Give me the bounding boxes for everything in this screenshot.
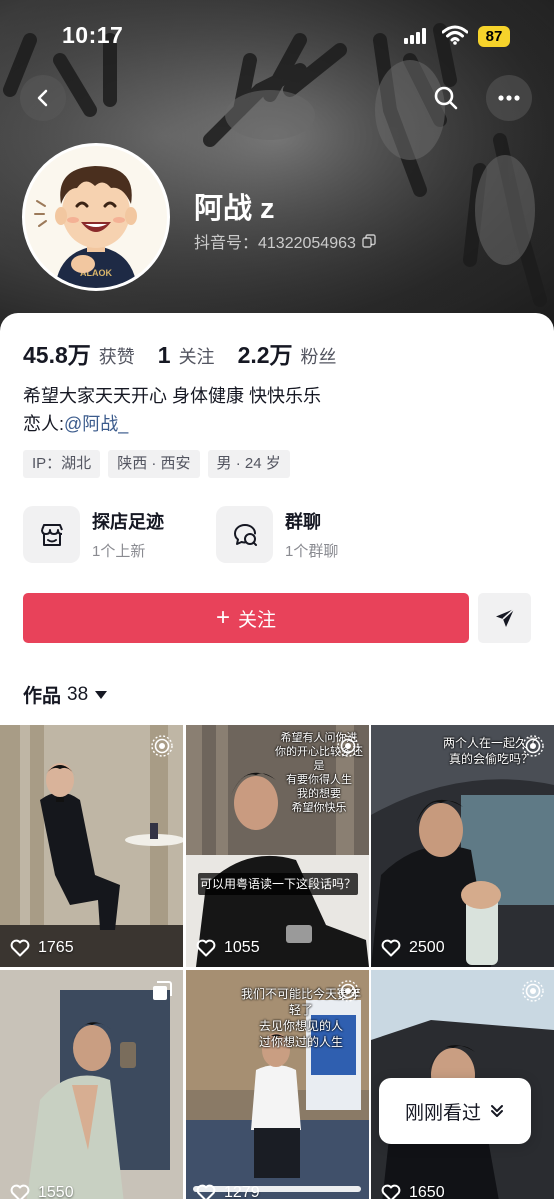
heart-icon (381, 939, 401, 957)
live-photo-icon (151, 735, 173, 757)
nickname: 阿战 z (194, 193, 275, 225)
video-tile[interactable]: 1550 (0, 970, 183, 1199)
cartoon-avatar-image: ALAOK (25, 146, 167, 288)
video-tile[interactable]: 希望有人问你进 你的开心比较多还是 有要你得人生 我的想要 希望你快乐 可以用粤… (186, 725, 369, 967)
heart-icon (381, 1184, 401, 1199)
chevron-left-icon (37, 89, 48, 107)
tag-region[interactable]: 陕西 · 西安 (108, 450, 200, 478)
feature-title: 探店足迹 (92, 512, 164, 532)
live-photo-icon (522, 735, 544, 757)
send-message-button[interactable] (478, 593, 531, 643)
follow-button[interactable]: + 关注 (23, 593, 469, 643)
feature-subtitle: 1个上新 (92, 543, 146, 560)
stat-likes[interactable]: 45.8万 获赞 (23, 336, 135, 370)
live-photo-icon (522, 980, 544, 1002)
like-count: 1550 (10, 1184, 74, 1199)
recently-viewed-label: 刚刚看过 (404, 1102, 481, 1124)
home-indicator (193, 1186, 361, 1192)
heart-icon (10, 939, 30, 957)
double-chevron-down-icon (491, 1105, 503, 1117)
video-tile[interactable]: 我们不可能比今天更年轻了 去见你想见的人 过你想过的人生 1279 (186, 970, 369, 1199)
paper-plane-icon (495, 608, 515, 627)
video-thumbnail (0, 725, 183, 967)
search-button[interactable] (428, 80, 464, 116)
like-count-value: 2500 (409, 939, 445, 956)
search-icon (434, 86, 458, 110)
profile-bio: 希望大家天天开心 身体健康 快快乐乐 恋人:@阿战_ (23, 382, 321, 438)
copy-icon[interactable] (362, 234, 376, 248)
douyin-id-row[interactable]: 抖音号：41322054963 (194, 229, 376, 253)
wifi-icon (442, 25, 468, 45)
video-tile[interactable]: 1765 (0, 725, 183, 967)
recently-viewed-button[interactable]: 刚刚看过 (379, 1078, 531, 1144)
back-button[interactable] (20, 75, 66, 121)
video-tile[interactable]: 两个人在一起久了 真的会偷吃吗？ 2500 (371, 725, 554, 967)
video-thumbnail (0, 970, 183, 1199)
profile-header: 10:17 87 ALAOK 阿战 z 抖音号：41322054963 (0, 0, 554, 340)
like-count-value: 1550 (38, 1184, 74, 1199)
battery-indicator: 87 (478, 26, 510, 47)
like-count: 1765 (10, 939, 74, 957)
live-photo-icon (337, 735, 359, 757)
like-count-value: 1650 (409, 1184, 445, 1199)
feature-subtitle: 1个群聊 (285, 543, 339, 560)
like-count-value: 1055 (224, 939, 260, 956)
like-count-value: 1765 (38, 939, 74, 956)
caret-down-icon (95, 690, 108, 699)
stat-following[interactable]: 1 关注 (158, 342, 215, 369)
works-tab-label: 作品 (23, 686, 62, 707)
stat-value: 1 (157, 342, 171, 368)
cellular-signal-icon (404, 28, 426, 44)
heart-icon (10, 1184, 30, 1199)
like-count: 1650 (381, 1184, 445, 1199)
plus-icon: + (215, 604, 230, 631)
follow-button-label: 关注 (238, 609, 277, 631)
works-count: 38 (67, 683, 89, 705)
profile-tags: IP：湖北 陕西 · 西安 男 · 24 岁 (23, 450, 290, 478)
live-photo-icon (337, 980, 359, 1002)
bio-line: 希望大家天天开心 身体健康 快快乐乐 (23, 386, 322, 406)
feature-title: 群聊 (285, 512, 321, 532)
heart-icon (196, 939, 216, 957)
bio-prefix: 恋人: (23, 414, 65, 434)
stat-value: 2.2万 (237, 342, 293, 368)
feature-store-visits[interactable]: 探店足迹 1个上新 (23, 506, 164, 563)
like-count: 1055 (196, 939, 260, 957)
status-time: 10:17 (62, 22, 124, 48)
like-count: 2500 (381, 939, 445, 957)
more-dots-icon (498, 95, 520, 101)
stat-label: 关注 (178, 347, 215, 367)
video-subtitle: 可以用粤语读一下这段话吗？ (198, 873, 358, 895)
feature-group-chat[interactable]: 群聊 1个群聊 (216, 506, 338, 563)
tag-ip-location: IP：湖北 (23, 450, 101, 478)
status-bar: 10:17 87 (0, 0, 554, 70)
more-button[interactable] (486, 75, 532, 121)
tab-works[interactable]: 作品 38 (23, 681, 108, 708)
profile-stats: 45.8万 获赞 1 关注 2.2万 粉丝 (23, 336, 360, 370)
stat-label: 获赞 (98, 347, 135, 367)
group-chat-icon (216, 506, 273, 563)
tag-gender-age: 男 · 24 岁 (207, 450, 290, 478)
multi-image-icon (153, 981, 172, 1000)
bio-line: 恋人:@阿战_ (23, 410, 321, 438)
stat-value: 45.8万 (23, 342, 91, 368)
bio-mention-link[interactable]: @阿战_ (64, 414, 128, 434)
stat-label: 粉丝 (300, 347, 337, 367)
store-icon (23, 506, 80, 563)
stat-followers[interactable]: 2.2万 粉丝 (238, 336, 337, 370)
douyin-id: 抖音号：41322054963 (194, 235, 356, 252)
avatar[interactable]: ALAOK (22, 143, 170, 291)
